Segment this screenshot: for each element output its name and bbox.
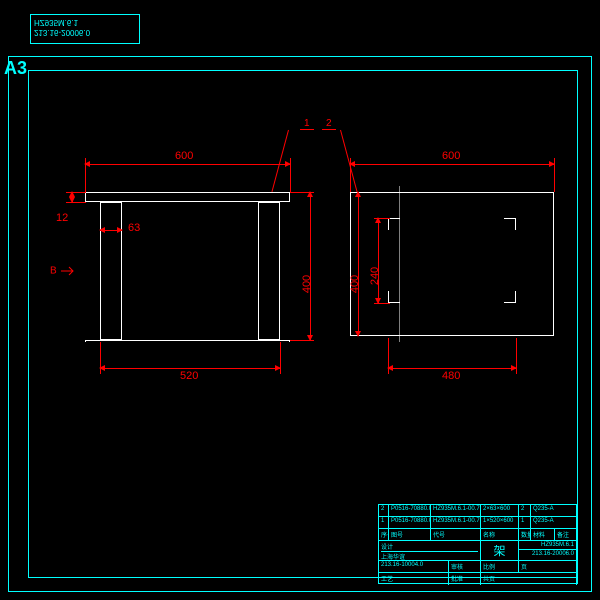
dim-text-600-left: 600 xyxy=(175,150,193,162)
dim-text-63: 63 xyxy=(128,222,140,234)
tb-proj: 上海华谊 xyxy=(381,552,478,560)
tb-std-ref: 213.16-20006.0 xyxy=(519,550,576,558)
tb-qty-2: 2 xyxy=(519,505,531,516)
left-view-leg-left xyxy=(100,202,122,340)
ext-line xyxy=(85,158,86,192)
right-view-centerline-v xyxy=(399,186,400,342)
ext-line xyxy=(280,342,281,374)
ext-line xyxy=(554,158,555,192)
ext-line xyxy=(66,202,86,203)
tb-drawing-no: HZ935M.6.1 xyxy=(519,541,576,550)
tb-scale: 比例 xyxy=(481,561,519,572)
tb-part-name: 架 xyxy=(481,541,519,560)
ext-line xyxy=(388,338,389,374)
tb-qty-1: 1 xyxy=(519,517,531,528)
dim-text-12: 12 xyxy=(56,212,68,224)
tb-name-2: 2×63×600 xyxy=(481,505,519,516)
dim-600-left xyxy=(85,164,290,165)
top-stamp-block: 213.16-20006.0 HZ935M.6.1 xyxy=(30,14,140,44)
dim-text-480: 480 xyxy=(442,370,460,382)
ext-line xyxy=(66,192,86,193)
tb-mat-2: Q235-A xyxy=(531,505,577,516)
ext-line xyxy=(516,338,517,374)
tb-role3: 工艺 xyxy=(379,573,449,585)
dim-text-240: 240 xyxy=(369,267,381,285)
dim-63 xyxy=(100,230,122,231)
tb-hdr-name: 名称 xyxy=(481,529,519,540)
dim-240 xyxy=(378,218,379,303)
ext-line xyxy=(374,218,390,219)
dim-400-left xyxy=(310,192,311,340)
left-view-top-flange xyxy=(85,192,290,202)
dim-text-400-left: 400 xyxy=(301,275,313,293)
ext-line xyxy=(290,158,291,192)
tb-idx-1: 1 xyxy=(379,517,389,528)
leader-2-num: 2 xyxy=(322,118,336,130)
ext-line xyxy=(100,342,101,374)
dim-12 xyxy=(72,192,73,202)
dim-text-600-right: 600 xyxy=(442,150,460,162)
tb-page: 共页 xyxy=(481,573,577,585)
tb-idx-2: 2 xyxy=(379,505,389,516)
right-view-inner xyxy=(388,218,516,303)
tb-hdr-qty: 数量 xyxy=(519,529,531,540)
leader-1-num: 1 xyxy=(300,118,314,130)
title-block: 2 P0516-70880.0 HZ935M.6.1-00.7 2×63×600… xyxy=(378,504,578,584)
tb-name-1: 1×520×600 xyxy=(481,517,519,528)
left-view-leg-right xyxy=(258,202,280,340)
dim-600-right xyxy=(350,164,554,165)
tb-role-design: 设计 xyxy=(381,542,478,552)
tb-role4: 批准 xyxy=(449,573,481,585)
tb-hdr-dwg: 图号 xyxy=(389,529,431,540)
stamp-line2: 213.16-20006.0 xyxy=(34,28,136,38)
tb-role2: 审核 xyxy=(449,561,481,572)
dim-text-400-right: 400 xyxy=(349,275,361,293)
tb-code-1: HZ935M.6.1-00.7 xyxy=(431,517,481,528)
ext-line xyxy=(290,192,314,193)
tb-mat-1: Q235-A xyxy=(531,517,577,528)
tb-dwg-2: P0516-70880.0 xyxy=(389,505,431,516)
section-b-marker: B xyxy=(50,264,79,278)
dim-text-520: 520 xyxy=(180,370,198,382)
stamp-line1: HZ935M.6.1 xyxy=(34,18,136,28)
dim-480 xyxy=(388,368,516,369)
tb-hdr-mat: 材料 xyxy=(531,529,555,540)
section-b-label: B xyxy=(50,266,57,277)
tb-hdr-note: 备注 xyxy=(555,529,577,540)
tb-hdr-idx: 序号 xyxy=(379,529,389,540)
tb-hdr-code: 代号 xyxy=(431,529,481,540)
left-view-bottom-flange xyxy=(85,340,290,342)
ext-line xyxy=(290,340,314,341)
ext-line xyxy=(374,303,390,304)
tb-std-ref2: 213.16-10004.0 xyxy=(379,561,449,572)
tb-code-2: HZ935M.6.1-00.7 xyxy=(431,505,481,516)
dim-520 xyxy=(100,368,280,369)
dim-400-right xyxy=(358,192,359,336)
tb-sheet: 页 xyxy=(519,561,577,572)
tb-dwg-1: P0516-70880.0 xyxy=(389,517,431,528)
